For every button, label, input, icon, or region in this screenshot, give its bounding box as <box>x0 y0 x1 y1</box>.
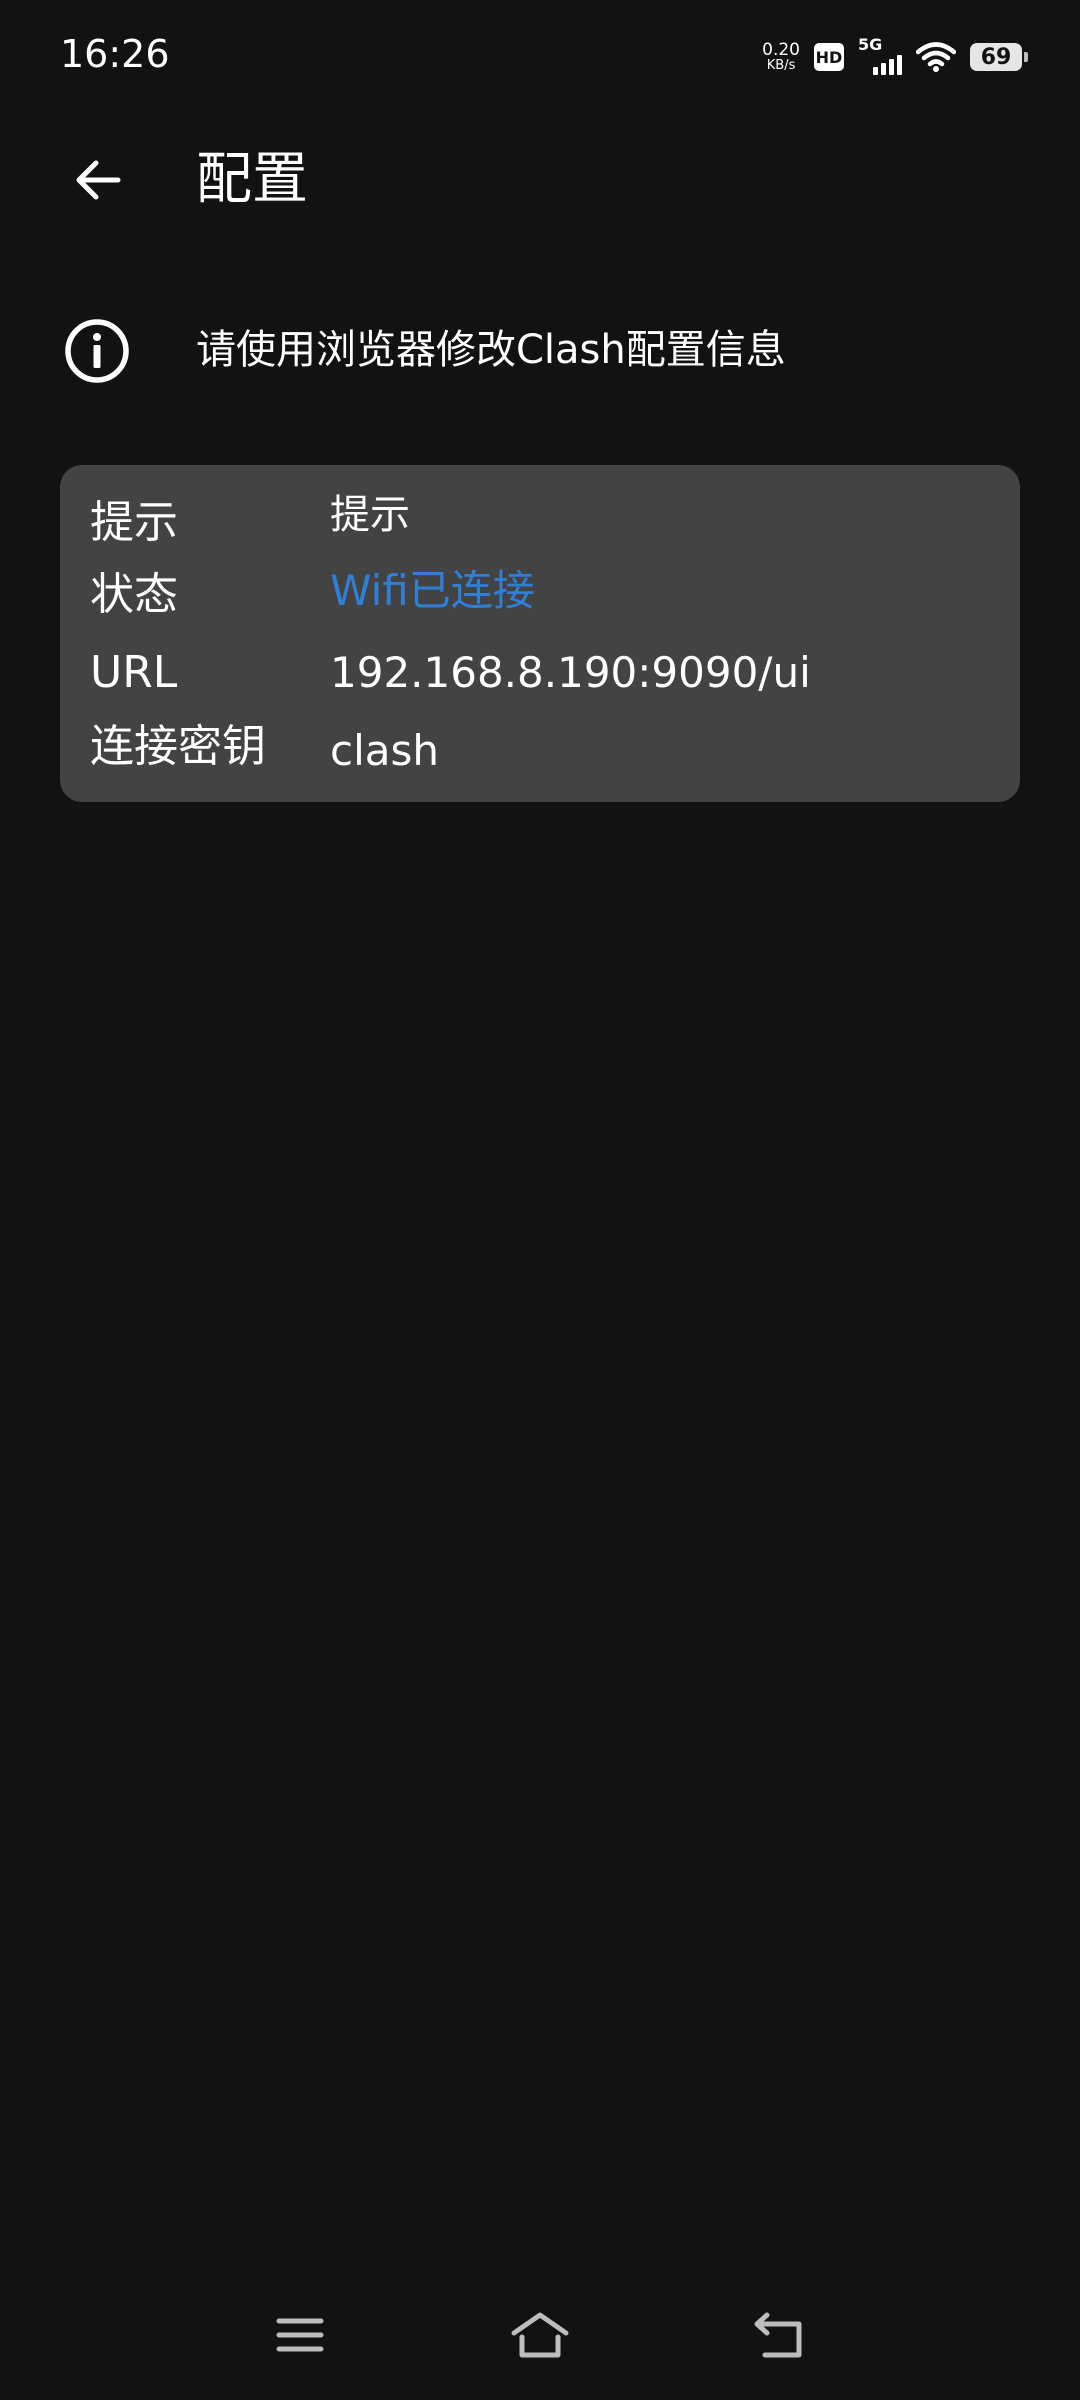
nav-home-button[interactable] <box>505 2300 575 2370</box>
back-button[interactable] <box>58 150 138 210</box>
config-details-card: 提示 提示 状态 Wifi已连接 URL 192.168.8.190:9090/… <box>60 465 1020 802</box>
detail-row-status: 状态 Wifi已连接 <box>60 561 1020 637</box>
battery-level: 69 <box>980 44 1012 70</box>
status-time: 16:26 <box>60 32 170 76</box>
detail-row-url: URL 192.168.8.190:9090/ui <box>60 637 1020 713</box>
app-bar: 配置 <box>0 130 1080 230</box>
detail-row-secret: 连接密钥 clash <box>60 713 1020 789</box>
network-speed: 0.20 KB/s <box>762 39 800 73</box>
system-nav-bar <box>0 2290 1080 2380</box>
detail-label: URL <box>90 647 178 698</box>
back-icon <box>754 2312 802 2358</box>
battery-icon: 69 <box>970 43 1028 71</box>
info-circle-icon <box>65 319 129 383</box>
detail-label: 连接密钥 <box>90 721 266 772</box>
wifi-icon <box>916 42 956 72</box>
detail-label: 提示 <box>90 497 178 548</box>
home-icon <box>511 2312 569 2358</box>
status-indicators: 0.20 KB/s HD 5G 69 <box>762 34 1028 80</box>
detail-value: 提示 <box>330 492 410 538</box>
status-bar: 16:26 0.20 KB/s HD 5G 69 <box>0 0 1080 110</box>
cellular-signal-icon: 5G <box>858 37 902 77</box>
info-text: 请使用浏览器修改Clash配置信息 <box>196 327 786 373</box>
detail-row-hint: 提示 提示 <box>60 485 1020 561</box>
network-speed-unit: KB/s <box>766 57 796 73</box>
nav-menu-button[interactable] <box>265 2300 335 2370</box>
menu-icon <box>276 2318 324 2352</box>
detail-label: 状态 <box>90 569 178 620</box>
hd-icon: HD <box>814 43 844 71</box>
arrow-left-icon <box>76 160 121 200</box>
connection-status: Wifi已连接 <box>330 566 535 615</box>
network-type-label: 5G <box>858 35 883 54</box>
url-value: 192.168.8.190:9090/ui <box>330 648 811 697</box>
nav-back-button[interactable] <box>745 2300 815 2370</box>
page-title: 配置 <box>196 147 308 212</box>
network-speed-value: 0.20 <box>762 39 800 60</box>
info-row: 请使用浏览器修改Clash配置信息 <box>0 300 1080 400</box>
secret-value: clash <box>330 726 439 775</box>
